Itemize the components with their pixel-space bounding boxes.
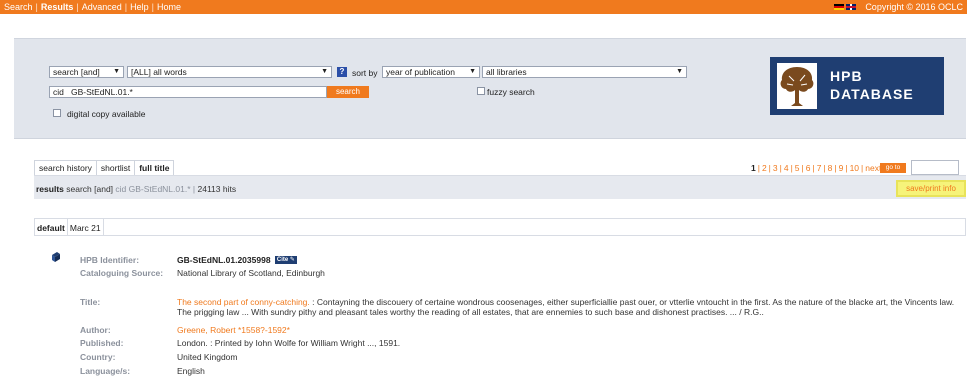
- page-link[interactable]: 4: [784, 163, 789, 173]
- tab-full-title[interactable]: full title: [135, 161, 173, 175]
- page-link[interactable]: 3: [773, 163, 778, 173]
- tab-shortlist[interactable]: shortlist: [97, 161, 136, 175]
- page-link[interactable]: 8: [828, 163, 833, 173]
- published-value: London. : Printed by Iohn Wolfe for Will…: [177, 338, 401, 348]
- logo-line1: HPB: [830, 68, 863, 84]
- results-criteria: cid GB-StEdNL.01.*: [115, 184, 191, 194]
- nav-home-link[interactable]: Home: [157, 2, 181, 12]
- page-link[interactable]: 5: [795, 163, 800, 173]
- sort-select[interactable]: year of publication ▼: [382, 66, 480, 78]
- top-right: Copyright © 2016 OCLC: [833, 0, 963, 14]
- fuzzy-label: fuzzy search: [487, 87, 535, 97]
- chevron-down-icon: ▼: [676, 68, 683, 75]
- field-select[interactable]: [ALL] all words ▼: [127, 66, 332, 78]
- language-label: Language/s:: [80, 366, 131, 376]
- page-link[interactable]: 6: [806, 163, 811, 173]
- view-tabs: default Marc 21: [34, 218, 966, 236]
- page-link[interactable]: 2: [762, 163, 767, 173]
- goto-button[interactable]: go to: [880, 163, 906, 173]
- title-value: The second part of conny-catching. : Con…: [177, 297, 960, 317]
- title-link[interactable]: The second part of conny-catching.: [177, 297, 310, 307]
- sort-select-value: year of publication: [386, 67, 455, 77]
- library-select[interactable]: all libraries ▼: [482, 66, 687, 78]
- title-label: Title:: [80, 297, 101, 307]
- sort-label: sort by: [352, 68, 378, 78]
- english-flag-icon[interactable]: [845, 3, 856, 10]
- copyright-text: Copyright © 2016 OCLC: [865, 2, 963, 12]
- hpb-identifier-value: GB-StEdNL.01.2035998 Cite ✎: [177, 255, 960, 265]
- nav-search-link[interactable]: Search: [4, 2, 33, 12]
- library-select-value: all libraries: [486, 67, 527, 77]
- operator-select-value: search [and]: [53, 67, 100, 77]
- country-label: Country:: [80, 352, 116, 362]
- search-input[interactable]: cid GB-StEdNL.01.*: [49, 86, 327, 98]
- digital-copy-label: digital copy available: [67, 109, 146, 119]
- page-current: 1: [750, 163, 756, 173]
- help-icon[interactable]: ?: [337, 67, 347, 77]
- top-nav: Search | Results | Advanced | Help | Home: [4, 2, 181, 12]
- chevron-down-icon: ▼: [321, 68, 328, 75]
- german-flag-icon[interactable]: [833, 3, 844, 10]
- search-query: GB-StEdNL.01.*: [70, 87, 133, 97]
- page-link[interactable]: 9: [839, 163, 844, 173]
- chevron-down-icon: ▼: [469, 68, 476, 75]
- nav-advanced-link[interactable]: Advanced: [82, 2, 122, 12]
- tab-default-view[interactable]: default: [35, 219, 68, 235]
- cataloguing-source-label: Cataloguing Source:: [80, 268, 164, 278]
- top-nav-bar: Search | Results | Advanced | Help | Home Copyri…: [0, 0, 967, 14]
- nav-help-link[interactable]: Help: [130, 2, 149, 12]
- results-query: search [and]: [66, 184, 114, 194]
- field-select-value: [ALL] all words: [131, 67, 187, 77]
- language-value: English: [177, 366, 205, 376]
- results-hits: 24113 hits: [197, 184, 237, 194]
- cite-button[interactable]: Cite ✎: [274, 255, 297, 264]
- operator-select[interactable]: search [and] ▼: [49, 66, 124, 78]
- logo-line2: DATABASE: [830, 86, 914, 102]
- tree-logo-icon: [777, 63, 817, 109]
- results-summary-bar: results search [and] cid GB-StEdNL.01.* …: [34, 175, 966, 199]
- tab-search-history[interactable]: search history: [35, 161, 97, 175]
- fuzzy-checkbox[interactable]: [477, 87, 485, 95]
- goto-page-input[interactable]: [911, 160, 959, 175]
- hpb-identifier-text: GB-StEdNL.01.2035998: [177, 255, 271, 265]
- search-index: cid: [53, 87, 64, 97]
- hpb-identifier-label: HPB Identifier:: [80, 255, 140, 265]
- results-summary: results search [and] cid GB-StEdNL.01.* …: [36, 184, 237, 194]
- published-label: Published:: [80, 338, 124, 348]
- author-link[interactable]: Greene, Robert *1558?-1592*: [177, 325, 960, 335]
- hpb-database-logo: HPB DATABASE: [770, 57, 944, 115]
- page-next[interactable]: next: [865, 163, 881, 173]
- cite-label: Cite: [276, 256, 289, 263]
- book-icon: [52, 252, 60, 262]
- chevron-down-icon: ▼: [113, 68, 120, 75]
- page-link[interactable]: 7: [817, 163, 822, 173]
- results-label: results: [36, 184, 64, 194]
- search-button[interactable]: search: [327, 86, 369, 98]
- tab-marc21-view[interactable]: Marc 21: [68, 219, 104, 235]
- save-print-button[interactable]: save/print info: [896, 180, 966, 197]
- country-value: United Kingdom: [177, 352, 238, 362]
- nav-results-link[interactable]: Results: [41, 2, 74, 12]
- page-link[interactable]: 10: [850, 163, 859, 173]
- digital-copy-checkbox[interactable]: [53, 109, 61, 117]
- result-tabs: search history shortlist full title: [34, 160, 175, 175]
- author-label: Author:: [80, 325, 111, 335]
- cataloguing-source-value: National Library of Scotland, Edinburgh: [177, 268, 325, 278]
